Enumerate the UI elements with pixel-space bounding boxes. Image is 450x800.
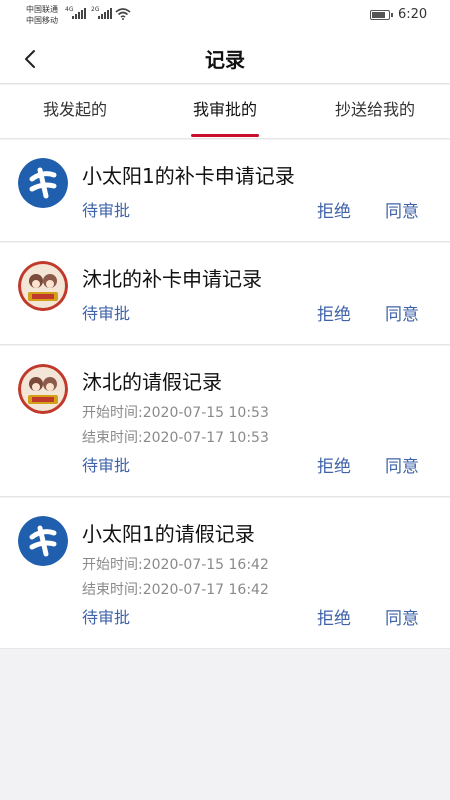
record-title: 小太阳1的请假记录 <box>82 522 255 546</box>
tab-bar: 我发起的 我审批的 抄送给我的 <box>0 85 450 139</box>
tab-approved[interactable]: 我审批的 <box>150 85 300 139</box>
clock: 6:20 <box>398 7 428 22</box>
active-tab-indicator <box>191 134 259 137</box>
reject-button[interactable]: 拒绝 <box>317 452 351 477</box>
record-card[interactable]: 小太阳1的补卡申请记录 待审批 拒绝 同意 <box>0 140 450 242</box>
approve-button[interactable]: 同意 <box>385 604 419 629</box>
status-bar: 中国联通 中国移动 4G 2G 6:20 <box>0 0 450 32</box>
battery-level <box>372 12 385 18</box>
end-time: 结束时间:2020-07-17 10:53 <box>82 430 269 446</box>
record-status: 待审批 <box>82 201 131 220</box>
page-title: 记录 <box>205 48 245 72</box>
user-photo-avatar <box>18 261 68 311</box>
start-time: 开始时间:2020-07-15 16:42 <box>82 557 269 573</box>
record-title: 沐北的补卡申请记录 <box>82 267 262 291</box>
wifi-icon <box>115 8 131 20</box>
approve-button[interactable]: 同意 <box>385 300 419 325</box>
end-time: 结束时间:2020-07-17 16:42 <box>82 582 269 598</box>
carrier-info: 中国联通 中国移动 <box>26 4 58 26</box>
company-logo-avatar <box>18 516 68 566</box>
reject-button[interactable]: 拒绝 <box>317 197 351 222</box>
battery-icon <box>370 10 393 20</box>
approve-button[interactable]: 同意 <box>385 452 419 477</box>
reject-button[interactable]: 拒绝 <box>317 300 351 325</box>
record-card[interactable]: 沐北的补卡申请记录 待审批 拒绝 同意 <box>0 243 450 345</box>
record-status: 待审批 <box>82 304 131 323</box>
start-time: 开始时间:2020-07-15 10:53 <box>82 405 269 421</box>
tab-approved-label: 我审批的 <box>192 100 257 119</box>
user-photo-avatar <box>18 364 68 414</box>
tab-cc-to-me[interactable]: 抄送给我的 <box>300 85 450 139</box>
signal-2-icon <box>98 7 112 19</box>
nav-bar: 记录 <box>0 32 450 84</box>
reject-button[interactable]: 拒绝 <box>317 604 351 629</box>
record-title: 沐北的请假记录 <box>82 370 222 394</box>
record-title: 小太阳1的补卡申请记录 <box>82 164 295 188</box>
record-card[interactable]: 小太阳1的请假记录 开始时间:2020-07-15 16:42 结束时间:202… <box>0 498 450 649</box>
carrier-2: 中国移动 <box>26 16 58 25</box>
record-status: 待审批 <box>82 608 131 627</box>
carrier-1: 中国联通 <box>26 5 58 14</box>
tab-initiated[interactable]: 我发起的 <box>0 85 150 139</box>
company-logo-avatar <box>18 158 68 208</box>
signal-1-icon <box>72 7 86 19</box>
record-status: 待审批 <box>82 456 131 475</box>
record-card[interactable]: 沐北的请假记录 开始时间:2020-07-15 10:53 结束时间:2020-… <box>0 346 450 497</box>
approve-button[interactable]: 同意 <box>385 197 419 222</box>
